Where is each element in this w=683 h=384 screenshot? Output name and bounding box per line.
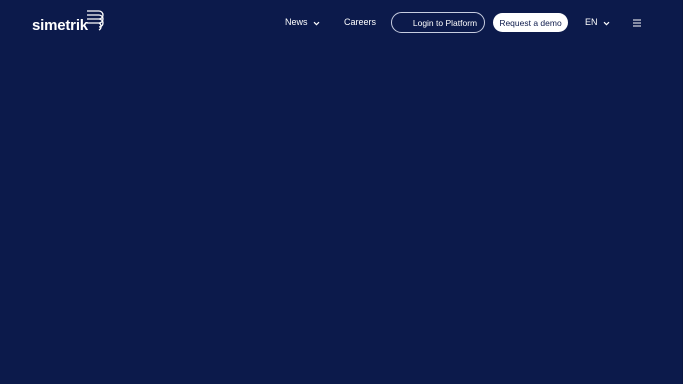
simetrik-stack-icon: [85, 9, 105, 36]
hamburger-icon[interactable]: [632, 16, 642, 28]
page: simetrik News Careers Login to Platform: [0, 0, 683, 384]
logo-wordmark: simetrik: [32, 16, 88, 34]
chevron-down-icon: [603, 19, 610, 26]
language-label: EN: [585, 17, 598, 27]
nav-careers-label: Careers: [344, 17, 377, 27]
nav-news-label: News: [285, 17, 308, 27]
hero-section: [0, 44, 683, 384]
chevron-down-icon: [313, 19, 320, 26]
top-navbar: simetrik News Careers Login to Platform: [0, 0, 683, 44]
login-to-platform-button[interactable]: Login to Platform: [391, 12, 485, 33]
demo-button-label: Request a demo: [499, 17, 562, 28]
nav-careers-link[interactable]: Careers: [344, 12, 376, 32]
nav-news-dropdown[interactable]: News: [285, 12, 320, 32]
simetrik-logo[interactable]: simetrik: [32, 9, 105, 36]
request-demo-button[interactable]: Request a demo: [493, 13, 568, 32]
login-button-label: Login to Platform: [412, 17, 478, 28]
language-selector[interactable]: EN: [585, 12, 610, 32]
